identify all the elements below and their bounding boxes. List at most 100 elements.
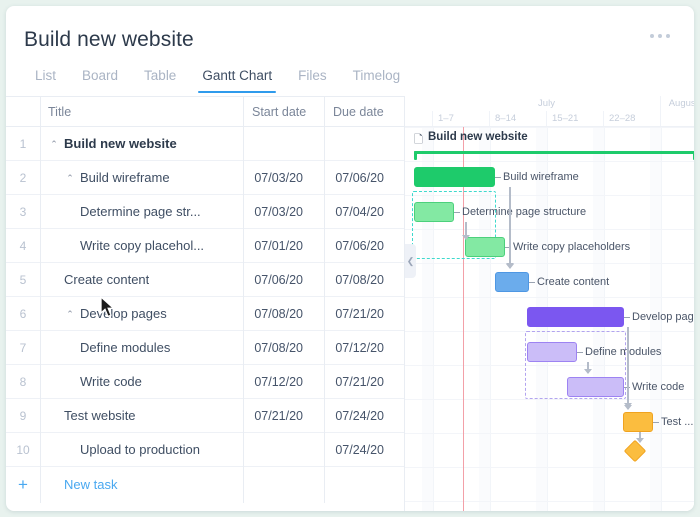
due-date-cell[interactable]: 07/04/20 — [324, 195, 398, 229]
due-date-cell[interactable]: 07/06/20 — [324, 161, 398, 195]
table-row[interactable]: 4Write copy placehol...07/01/2007/06/20 — [6, 229, 404, 263]
table-row[interactable]: 6 ⌃Develop pages 07/08/2007/21/20 — [6, 297, 404, 331]
task-title[interactable]: Upload to production — [80, 433, 200, 467]
task-title[interactable]: Create content — [64, 263, 149, 297]
due-date-cell[interactable]: 07/21/20 — [324, 365, 398, 399]
table-row[interactable]: 10Upload to production07/24/20 — [6, 433, 404, 467]
row-number: 6 — [6, 297, 40, 331]
chevron-up-icon[interactable]: ⌃ — [64, 161, 76, 195]
more-horizontal-icon[interactable] — [650, 34, 670, 38]
gantt-bar-label: Build wireframe — [503, 167, 579, 187]
due-date-cell[interactable]: 07/24/20 — [324, 433, 398, 467]
summary-bar — [414, 151, 694, 154]
column-header-title[interactable]: Title — [48, 97, 71, 127]
start-date-cell[interactable]: 07/06/20 — [243, 263, 317, 297]
gantt-bar[interactable] — [567, 377, 624, 397]
task-title[interactable]: Determine page str... — [80, 195, 201, 229]
row-number: 7 — [6, 331, 40, 365]
gantt-bar[interactable] — [495, 272, 529, 292]
column-header-due-date[interactable]: Due date — [333, 97, 384, 127]
dependency-arrow — [627, 327, 629, 407]
start-date-cell[interactable]: 07/21/20 — [243, 399, 317, 433]
start-date-cell[interactable]: 07/08/20 — [243, 331, 317, 365]
column-divider — [324, 297, 325, 331]
gantt-bar-label: Determine page structure — [462, 202, 586, 222]
column-divider — [324, 331, 325, 365]
summary-cap-left — [414, 151, 417, 160]
due-date-cell[interactable]: 07/24/20 — [324, 399, 398, 433]
table-row[interactable]: 1⌃Build new website — [6, 127, 404, 161]
tab-files[interactable]: Files — [285, 64, 340, 93]
gantt-bar[interactable] — [527, 342, 577, 362]
column-divider — [40, 399, 41, 433]
gantt-bar[interactable] — [527, 307, 624, 327]
bar-label-connector — [653, 422, 659, 423]
table-row[interactable]: 9 Test website 07/21/2007/24/20 — [6, 399, 404, 433]
task-title[interactable]: Build new website — [64, 127, 177, 161]
start-date-cell[interactable]: 07/03/20 — [243, 195, 317, 229]
tab-board[interactable]: Board — [69, 64, 131, 93]
gantt-bar-label: Test ... — [661, 412, 693, 432]
table-row[interactable]: 3Determine page str...07/03/2007/04/20 — [6, 195, 404, 229]
table-row[interactable]: 7 Define modules 07/08/2007/12/20 — [6, 331, 404, 365]
summary-cap-right — [693, 151, 694, 160]
gantt-bar[interactable] — [414, 167, 495, 187]
timeline-months: JulyAugust — [405, 96, 694, 111]
start-date-cell[interactable]: 07/01/20 — [243, 229, 317, 263]
app-header: Build new website ListBoardTableGantt Ch… — [6, 6, 694, 96]
gantt-row-line — [405, 127, 694, 128]
bar-label-connector — [529, 282, 535, 283]
tab-timelog[interactable]: Timelog — [340, 64, 414, 93]
chevron-up-icon[interactable]: ⌃ — [64, 297, 76, 331]
new-task-label[interactable]: New task — [64, 467, 117, 503]
chevron-up-icon[interactable]: ⌃ — [48, 127, 60, 161]
tab-table[interactable]: Table — [131, 64, 189, 93]
due-date-cell[interactable]: 07/06/20 — [324, 229, 398, 263]
new-task-row[interactable]: + New task — [6, 467, 404, 503]
column-header-start-date[interactable]: Start date — [252, 97, 306, 127]
column-divider — [324, 467, 325, 503]
plus-icon[interactable]: + — [6, 467, 40, 503]
gantt-bar[interactable] — [414, 202, 454, 222]
dependency-arrow — [587, 362, 589, 373]
row-number: 9 — [6, 399, 40, 433]
table-row[interactable]: 5Create content07/06/2007/08/20 — [6, 263, 404, 297]
milestone-diamond[interactable] — [624, 440, 647, 463]
gantt-body: Title Start date Due date 1⌃Build new we… — [6, 96, 694, 511]
row-number: 8 — [6, 365, 40, 399]
summary-bracket[interactable] — [414, 151, 694, 160]
timeline-month-label: August — [661, 96, 694, 111]
tab-gantt-chart[interactable]: Gantt Chart — [189, 64, 285, 93]
task-title[interactable]: Test website — [64, 399, 136, 433]
task-title[interactable]: Write copy placehol... — [80, 229, 204, 263]
gantt-bar[interactable] — [623, 412, 653, 432]
column-divider — [40, 467, 41, 503]
start-date-cell[interactable]: 07/03/20 — [243, 161, 317, 195]
dependency-arrow — [639, 432, 641, 442]
task-title[interactable]: Define modules — [80, 331, 170, 365]
start-date-cell[interactable]: 07/08/20 — [243, 297, 317, 331]
column-divider — [243, 195, 244, 229]
gantt-row-line — [405, 365, 694, 366]
tab-list[interactable]: List — [22, 64, 69, 93]
chevron-left-icon[interactable]: ❮ — [405, 244, 416, 278]
task-title[interactable]: Develop pages — [80, 297, 167, 331]
gantt-chart-pane: JulyAugust 1–78–1415–2122–28 🗋Build new … — [404, 96, 694, 511]
view-tabs: ListBoardTableGantt ChartFilesTimelog — [22, 64, 413, 93]
table-row[interactable]: 8 Write code 07/12/2007/21/20 — [6, 365, 404, 399]
task-title[interactable]: Build wireframe — [80, 161, 170, 195]
gantt-row-line — [405, 467, 694, 468]
task-title[interactable]: Write code — [80, 365, 142, 399]
due-date-cell[interactable]: 07/08/20 — [324, 263, 398, 297]
gantt-bar-label: Write code — [632, 377, 684, 397]
table-row[interactable]: 2⌃Build wireframe07/03/2007/06/20 — [6, 161, 404, 195]
gantt-row-line — [405, 195, 694, 196]
column-divider — [324, 161, 325, 195]
due-date-cell[interactable]: 07/21/20 — [324, 297, 398, 331]
gantt-bar[interactable] — [465, 237, 505, 257]
column-divider — [40, 195, 41, 229]
page-title: Build new website — [24, 28, 194, 52]
due-date-cell[interactable]: 07/12/20 — [324, 331, 398, 365]
gantt-row-line — [405, 161, 694, 162]
start-date-cell[interactable]: 07/12/20 — [243, 365, 317, 399]
